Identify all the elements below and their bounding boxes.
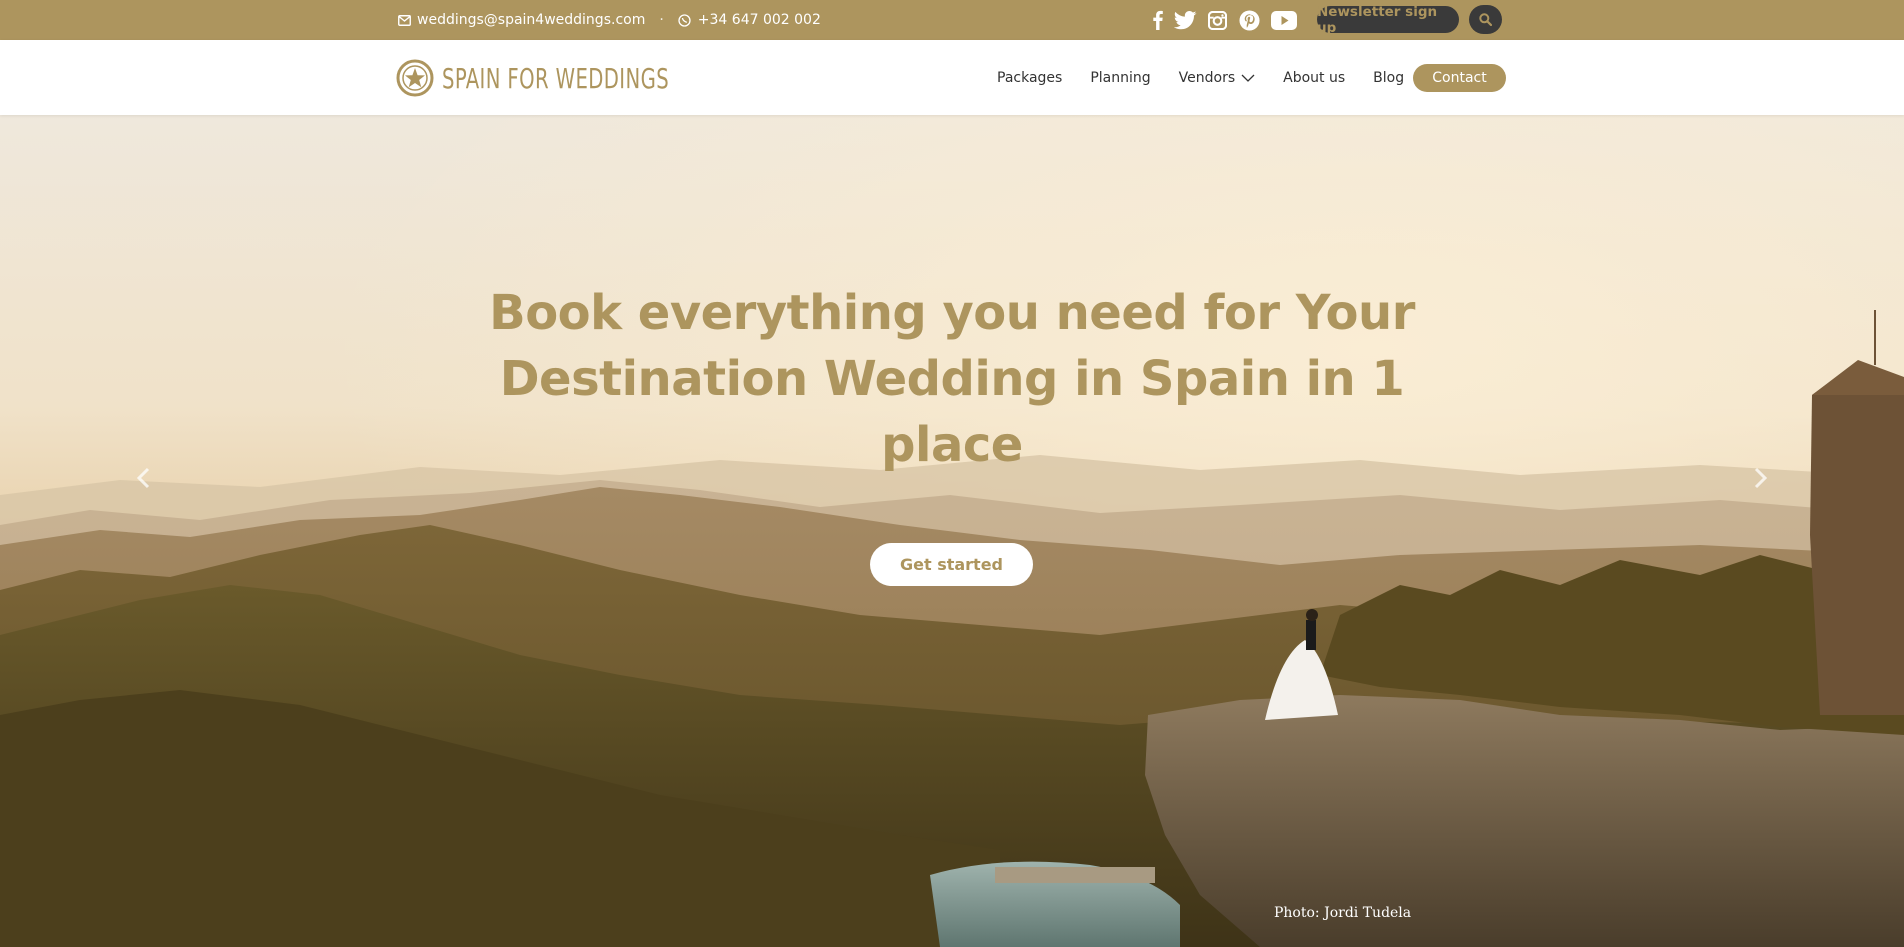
hero-carousel: Book everything you need for Your Destin… <box>0 115 1904 947</box>
twitter-icon[interactable] <box>1173 8 1197 32</box>
nav-item-packages[interactable]: Packages <box>997 70 1062 86</box>
logo-text: SPAIN FOR WEDDINGS <box>442 61 670 95</box>
chevron-left-icon <box>136 467 150 489</box>
nav-item-vendors[interactable]: Vendors <box>1179 70 1255 86</box>
envelope-icon <box>397 13 411 27</box>
contact-button[interactable]: Contact <box>1413 64 1506 92</box>
get-started-button[interactable]: Get started <box>870 543 1033 586</box>
chevron-right-icon <box>1754 467 1768 489</box>
pinterest-icon[interactable] <box>1237 8 1261 32</box>
nav-item-about-us[interactable]: About us <box>1283 70 1345 86</box>
search-button[interactable] <box>1469 5 1502 34</box>
star-emblem-icon <box>396 59 434 97</box>
nav-item-label: Vendors <box>1178 69 1236 86</box>
social-links <box>1152 0 1298 40</box>
main-header: SPAIN FOR WEDDINGS Packages Planning Ven… <box>0 40 1904 115</box>
main-nav: Packages Planning Vendors About us Blog <box>997 40 1404 115</box>
contact-info: weddings@spain4weddings.com · +34 647 00… <box>397 0 821 40</box>
facebook-icon[interactable] <box>1152 8 1164 32</box>
phone-link[interactable]: +34 647 002 002 <box>698 12 821 28</box>
instagram-icon[interactable] <box>1206 8 1228 32</box>
whatsapp-icon <box>678 13 692 27</box>
newsletter-signup-button[interactable]: Newsletter sign up <box>1317 4 1459 36</box>
hero-background-image <box>0 115 1904 947</box>
chevron-down-icon <box>1241 74 1255 82</box>
search-icon <box>1479 13 1492 26</box>
separator: · <box>659 12 664 28</box>
email-link[interactable]: weddings@spain4weddings.com <box>417 12 645 28</box>
carousel-next-button[interactable] <box>1746 463 1776 493</box>
top-bar: weddings@spain4weddings.com · +34 647 00… <box>0 0 1904 40</box>
carousel-prev-button[interactable] <box>128 463 158 493</box>
nav-item-blog[interactable]: Blog <box>1373 70 1404 86</box>
youtube-icon[interactable] <box>1270 8 1298 32</box>
hero-title: Book everything you need for Your Destin… <box>489 285 1415 473</box>
site-logo[interactable]: SPAIN FOR WEDDINGS <box>396 58 733 98</box>
photo-credit: Photo: Jordi Tudela <box>1274 905 1412 921</box>
nav-item-planning[interactable]: Planning <box>1090 70 1150 86</box>
